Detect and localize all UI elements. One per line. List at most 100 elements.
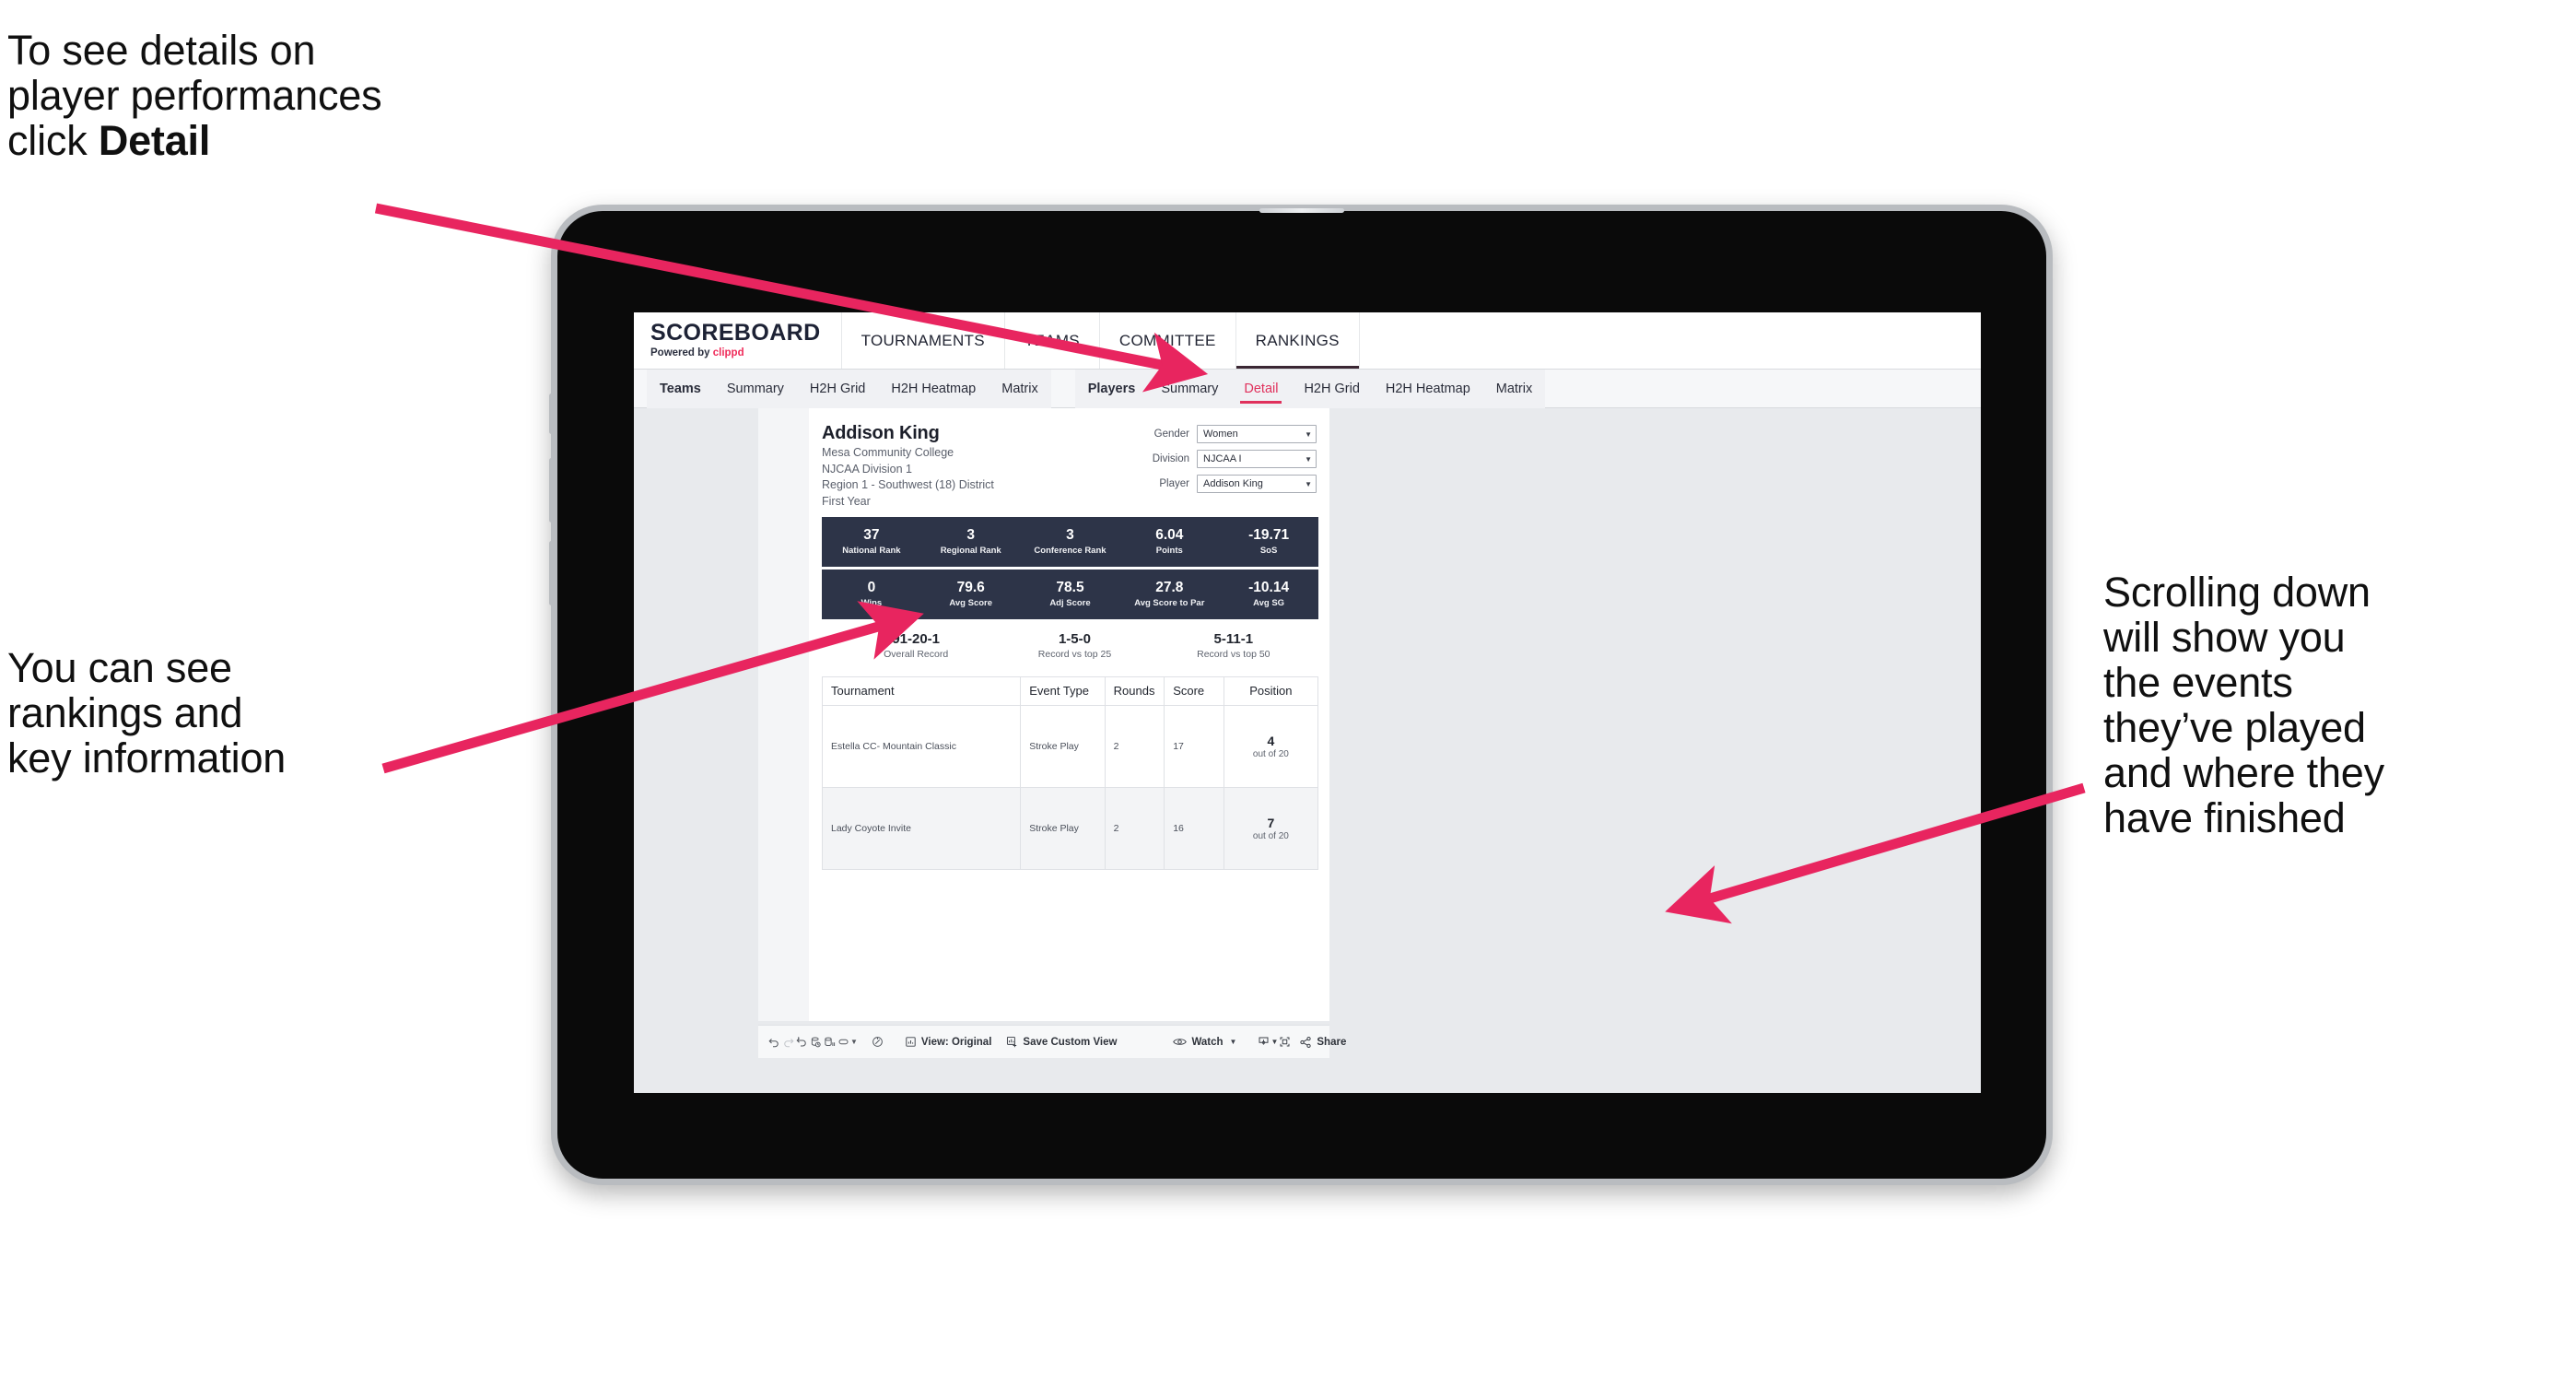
tab-teams[interactable]: Teams: [647, 370, 714, 408]
cell-event-type: Stroke Play: [1020, 704, 1106, 788]
record-vs-top-25: 1-5-0 Record vs top 25: [995, 631, 1153, 660]
annotation-detail-line3: click Detail: [7, 117, 211, 165]
topnav-item-tournaments[interactable]: TOURNAMENTS: [842, 312, 1005, 369]
stat-label: Regional Rank: [940, 545, 1001, 556]
chevron-down-icon: ▼: [1305, 429, 1312, 439]
chevron-down-icon[interactable]: ▼: [850, 1029, 858, 1055]
position-out-of: out of 20: [1252, 748, 1289, 759]
annotation-scroll-down: Scrolling down will show you the events …: [2103, 570, 2546, 840]
app-sub-tabbar: Teams Summary H2H Grid H2H Heatmap Matri…: [634, 369, 1981, 408]
player-detail-card: Addison King Mesa Community College NJCA…: [809, 408, 1329, 1021]
topnav-item-committee[interactable]: COMMITTEE: [1100, 312, 1236, 369]
cell-tournament: Estella CC- Mountain Classic: [821, 704, 1022, 788]
tab-players-matrix[interactable]: Matrix: [1483, 370, 1545, 408]
filter-select-division[interactable]: NJCAA I ▼: [1197, 450, 1317, 468]
cell-tournament: Lady Coyote Invite: [821, 786, 1022, 870]
watch-button[interactable]: Watch ▼: [1165, 1036, 1244, 1048]
share-label: Share: [1317, 1036, 1347, 1048]
tab-teams-h2h-grid[interactable]: H2H Grid: [797, 370, 878, 408]
tablet-camera-icon: [1259, 208, 1344, 213]
filter-label-gender: Gender: [1153, 429, 1189, 440]
record-overall: 91-20-1 Overall Record: [837, 631, 995, 660]
tab-teams-matrix[interactable]: Matrix: [989, 370, 1050, 408]
column-header-position[interactable]: Position: [1223, 675, 1319, 706]
stat-value: 27.8: [1155, 580, 1184, 596]
pause-data-icon[interactable]: [823, 1029, 837, 1055]
viz-bottom-toolbar: ▼ View: Original Save Custom View Watch …: [758, 1025, 1346, 1058]
annotation-detail-line2: player performances: [7, 72, 382, 120]
share-button[interactable]: Share: [1292, 1036, 1353, 1049]
redo-icon[interactable]: [781, 1029, 795, 1055]
cell-rounds: 2: [1104, 786, 1165, 870]
tab-teams-h2h-heatmap[interactable]: H2H Heatmap: [878, 370, 989, 408]
table-row[interactable]: Estella CC- Mountain Classic Stroke Play…: [821, 704, 1319, 788]
stat-label: Avg Score: [949, 597, 993, 608]
download-icon[interactable]: [1257, 1029, 1270, 1055]
revert-icon[interactable]: [795, 1029, 809, 1055]
save-custom-view-button[interactable]: Save Custom View: [999, 1036, 1124, 1048]
filter-select-player[interactable]: Addison King ▼: [1197, 475, 1317, 493]
filter-row-player: Player Addison King ▼: [1127, 475, 1317, 493]
table-row[interactable]: Lady Coyote Invite Stroke Play 2 16 7 ou…: [821, 786, 1319, 870]
tab-players-h2h-grid[interactable]: H2H Grid: [1291, 370, 1372, 408]
view-original-label: View: Original: [920, 1036, 992, 1048]
column-header-tournament[interactable]: Tournament: [821, 675, 1022, 706]
topnav-item-teams[interactable]: TEAMS: [1005, 312, 1100, 369]
record-value: 91-20-1: [892, 630, 941, 647]
refresh-data-icon[interactable]: [809, 1029, 823, 1055]
app-top-navigation: SCOREBOARD Powered by clippd TOURNAMENTS…: [634, 312, 1981, 370]
record-value: 1-5-0: [1058, 630, 1091, 647]
table-header-row: Tournament Event Type Rounds Score Posit…: [821, 675, 1319, 706]
undo-icon[interactable]: [767, 1029, 781, 1055]
stat-avg-score: 79.6 Avg Score: [921, 570, 1021, 619]
screenshot-root: To see details on player performances cl…: [0, 0, 2576, 1386]
tab-teams-summary[interactable]: Summary: [714, 370, 797, 408]
cell-position: 7 out of 20: [1223, 786, 1319, 870]
view-original-button[interactable]: View: Original: [897, 1036, 999, 1048]
stat-adj-score: 78.5 Adj Score: [1021, 570, 1120, 619]
cell-event-type: Stroke Play: [1020, 786, 1106, 870]
stat-value: 79.6: [956, 580, 985, 596]
stat-value: 37: [863, 527, 880, 544]
annotation-scroll-line2: will show you: [2103, 614, 2346, 662]
filter-select-gender[interactable]: Women ▼: [1197, 425, 1317, 443]
tab-players-detail[interactable]: Detail: [1231, 370, 1291, 408]
tablet-volume-up-button: [549, 458, 554, 523]
cell-score: 16: [1164, 786, 1224, 870]
stat-conference-rank: 3 Conference Rank: [1021, 517, 1120, 567]
stats-band-scoring: 0 Wins 79.6 Avg Score 78.5 Adj Score 27.…: [822, 569, 1318, 619]
stat-label: Adj Score: [1049, 597, 1091, 608]
tab-players-summary[interactable]: Summary: [1148, 370, 1231, 408]
record-vs-top-50: 5-11-1 Record vs top 50: [1154, 631, 1313, 660]
player-header: Addison King Mesa Community College NJCA…: [822, 423, 1318, 510]
annotation-scroll-line4: they’ve played: [2103, 704, 2366, 752]
app-logo[interactable]: SCOREBOARD Powered by clippd: [634, 312, 842, 369]
tab-players-h2h-heatmap[interactable]: H2H Heatmap: [1373, 370, 1483, 408]
chevron-down-icon: ▼: [1305, 454, 1312, 464]
chevron-down-icon[interactable]: ▼: [1270, 1029, 1278, 1055]
record-label: Overall Record: [884, 648, 949, 660]
tablet-volume-down-button: [549, 541, 554, 605]
tab-players[interactable]: Players: [1075, 370, 1149, 408]
stat-value: 3: [1066, 527, 1074, 544]
record-label: Record vs top 50: [1197, 648, 1270, 660]
record-value: 5-11-1: [1213, 630, 1254, 647]
column-header-rounds[interactable]: Rounds: [1104, 675, 1165, 706]
filter-value-division: NJCAA I: [1203, 453, 1242, 464]
annotation-detail-line1: To see details on: [7, 27, 316, 74]
highlight-icon[interactable]: [871, 1029, 884, 1055]
stat-sos: -19.71 SoS: [1219, 517, 1318, 567]
column-header-score[interactable]: Score: [1164, 675, 1224, 706]
column-header-event-type[interactable]: Event Type: [1020, 675, 1106, 706]
chevron-down-icon: ▼: [1229, 1038, 1237, 1046]
stat-label: Avg Score to Par: [1134, 597, 1205, 608]
position-value: 4: [1267, 733, 1275, 748]
position-out-of: out of 20: [1252, 830, 1289, 841]
stat-label: Points: [1155, 545, 1183, 556]
topnav-item-rankings[interactable]: RANKINGS: [1236, 312, 1360, 369]
stat-value: 3: [966, 527, 975, 544]
fullscreen-icon[interactable]: [1278, 1029, 1292, 1055]
pan-tool-icon[interactable]: [837, 1029, 850, 1055]
record-label: Record vs top 25: [1037, 648, 1112, 660]
logo-tagline: Powered by clippd: [650, 347, 744, 359]
